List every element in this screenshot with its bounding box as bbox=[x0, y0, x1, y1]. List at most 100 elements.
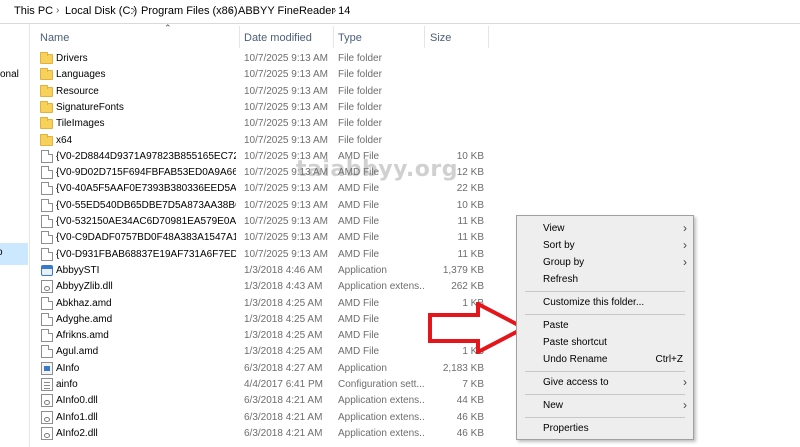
column-header-name[interactable]: Name bbox=[40, 32, 69, 44]
file-type: Application extens... bbox=[338, 427, 424, 439]
column-divider[interactable] bbox=[488, 26, 489, 48]
menu-item-label: Group by bbox=[543, 257, 585, 268]
file-name: {V0-532150AE34AC6D70981EA579E0A258... bbox=[56, 216, 236, 227]
document-icon bbox=[41, 345, 53, 359]
submenu-chevron-icon: › bbox=[683, 398, 687, 412]
file-name: Languages bbox=[56, 69, 106, 81]
file-row[interactable]: x64 10/7/2025 9:13 AM File folder bbox=[30, 133, 800, 149]
address-bar[interactable]: This PC › Local Disk (C:) › Program File… bbox=[0, 0, 800, 24]
red-arrow-icon bbox=[428, 302, 528, 354]
file-name: AbbyySTI bbox=[56, 264, 100, 276]
file-date-modified: 10/7/2025 9:13 AM bbox=[244, 216, 328, 227]
file-type: File folder bbox=[338, 85, 382, 97]
menu-item-paste-shortcut[interactable]: Paste shortcut bbox=[517, 334, 693, 351]
column-divider[interactable] bbox=[333, 26, 334, 48]
breadcrumb-program-files[interactable]: Program Files (x86) bbox=[141, 5, 238, 17]
folder-icon bbox=[40, 52, 53, 64]
menu-item-customize-this-folder[interactable]: Customize this folder... bbox=[517, 294, 693, 311]
menu-item-sort-by[interactable]: Sort by › bbox=[517, 237, 693, 254]
file-type: Application extens... bbox=[338, 411, 424, 423]
file-name: {V0-2D8844D9371A97823B855165EC727A... bbox=[56, 150, 236, 162]
file-size: 46 KB bbox=[456, 427, 484, 439]
column-header-type[interactable]: Type bbox=[338, 32, 362, 44]
file-type: Application bbox=[338, 264, 387, 276]
document-icon bbox=[41, 329, 53, 343]
file-date-modified: 6/3/2018 4:21 AM bbox=[244, 411, 323, 423]
file-date-modified: 1/3/2018 4:46 AM bbox=[244, 264, 323, 276]
breadcrumb-chevron-icon[interactable]: › bbox=[56, 5, 59, 16]
file-date-modified: 4/4/2017 6:41 PM bbox=[244, 379, 323, 390]
dll-file-icon bbox=[41, 426, 53, 440]
file-size: 11 KB bbox=[457, 248, 485, 260]
column-header-date[interactable]: Date modified bbox=[244, 32, 312, 44]
file-date-modified: 1/3/2018 4:25 AM bbox=[244, 346, 323, 358]
dll-file-icon bbox=[41, 280, 53, 294]
file-name: Adyghe.amd bbox=[56, 313, 113, 325]
file-size: 7 KB bbox=[462, 379, 484, 390]
menu-item-properties[interactable]: Properties bbox=[517, 420, 693, 437]
file-row[interactable]: {V0-55ED540DB65DBE7D5A873AA38BC76... 10/7… bbox=[30, 198, 800, 214]
menu-item-view[interactable]: View › bbox=[517, 220, 693, 237]
breadcrumb-local-disk[interactable]: Local Disk (C:) bbox=[65, 5, 137, 17]
file-type: File folder bbox=[338, 134, 382, 146]
menu-item-refresh[interactable]: Refresh bbox=[517, 271, 693, 288]
file-size: 262 KB bbox=[451, 281, 484, 293]
file-name: AInfo1.dll bbox=[56, 411, 98, 423]
submenu-chevron-icon: › bbox=[683, 255, 687, 269]
file-name: {V0-D931FBAB68837E19AF731A6F7EDEC9... bbox=[56, 248, 236, 260]
document-icon bbox=[41, 182, 53, 196]
file-type: AMD File bbox=[338, 248, 380, 260]
document-icon bbox=[41, 296, 53, 310]
menu-item-label: New bbox=[543, 400, 564, 411]
file-row[interactable]: Languages 10/7/2025 9:13 AM File folder bbox=[30, 67, 800, 83]
file-row[interactable]: {V0-40A5F5AAF0E7393B380336EED5AD26... 10/… bbox=[30, 181, 800, 197]
file-date-modified: 6/3/2018 4:21 AM bbox=[244, 427, 323, 439]
file-date-modified: 10/7/2025 9:13 AM bbox=[244, 199, 328, 211]
file-row[interactable]: TileImages 10/7/2025 9:13 AM File folder bbox=[30, 116, 800, 132]
folder-icon bbox=[40, 68, 53, 81]
file-name: Resource bbox=[56, 85, 99, 97]
submenu-chevron-icon: › bbox=[683, 221, 687, 235]
nav-item-label[interactable]: onal bbox=[0, 69, 19, 80]
document-icon bbox=[41, 312, 53, 326]
file-date-modified: 10/7/2025 9:13 AM bbox=[244, 248, 328, 260]
column-header-size[interactable]: Size bbox=[430, 32, 451, 44]
file-size: 22 KB bbox=[456, 183, 484, 195]
menu-item-label: Refresh bbox=[543, 274, 579, 285]
nav-item-selected[interactable] bbox=[0, 243, 28, 265]
file-type: Application bbox=[338, 362, 387, 374]
menu-item-group-by[interactable]: Group by › bbox=[517, 254, 693, 271]
file-name: AbbyyZlib.dll bbox=[56, 281, 113, 293]
menu-item-undo-rename[interactable]: Undo Rename Ctrl+Z bbox=[517, 351, 693, 368]
file-size: 2,183 KB bbox=[442, 362, 484, 374]
breadcrumb-chevron-icon[interactable]: › bbox=[333, 5, 336, 16]
file-size: 11 KB bbox=[457, 216, 485, 227]
breadcrumb-chevron-icon[interactable]: › bbox=[132, 5, 135, 16]
file-type: Application extens... bbox=[338, 281, 424, 293]
file-type: AMD File bbox=[338, 199, 380, 211]
document-icon bbox=[41, 247, 53, 261]
file-row[interactable]: Drivers 10/7/2025 9:13 AM File folder bbox=[30, 51, 800, 67]
folder-icon bbox=[40, 133, 53, 146]
menu-item-shortcut: Ctrl+Z bbox=[655, 354, 684, 365]
file-row[interactable]: SignatureFonts 10/7/2025 9:13 AM File fold… bbox=[30, 100, 800, 116]
menu-item-label: Sort by bbox=[543, 240, 575, 251]
folder-icon bbox=[40, 100, 53, 113]
menu-item-give-access-to[interactable]: Give access to › bbox=[517, 374, 693, 391]
column-divider[interactable] bbox=[239, 26, 240, 48]
application-icon bbox=[41, 264, 53, 276]
file-date-modified: 10/7/2025 9:13 AM bbox=[244, 69, 328, 81]
file-size: 46 KB bbox=[456, 411, 484, 423]
sort-ascending-icon: ⌃ bbox=[164, 23, 172, 33]
menu-separator bbox=[525, 371, 685, 372]
watermark-text: taiabbyy.org bbox=[296, 157, 458, 182]
file-name: TileImages bbox=[56, 118, 105, 130]
navigation-pane[interactable]: onal o bbox=[0, 24, 30, 447]
file-row[interactable]: Resource 10/7/2025 9:13 AM File folder bbox=[30, 84, 800, 100]
file-name: Afrikns.amd bbox=[56, 330, 109, 342]
breadcrumb-chevron-icon[interactable]: › bbox=[229, 5, 232, 16]
column-divider[interactable] bbox=[424, 26, 425, 48]
menu-item-new[interactable]: New › bbox=[517, 397, 693, 414]
menu-item-paste[interactable]: Paste bbox=[517, 317, 693, 334]
breadcrumb-this-pc[interactable]: This PC bbox=[14, 5, 53, 17]
